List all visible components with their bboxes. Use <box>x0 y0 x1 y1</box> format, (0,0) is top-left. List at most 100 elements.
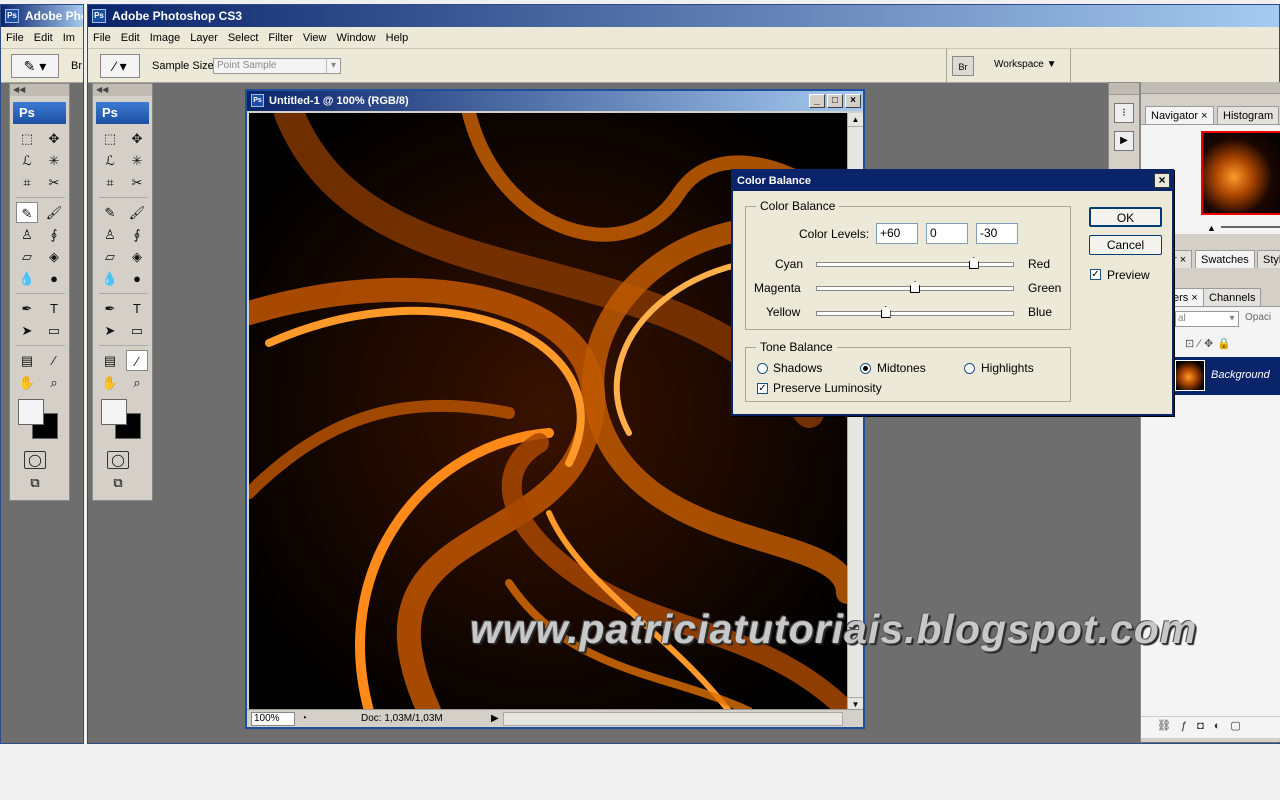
menu-help[interactable]: Help <box>381 32 414 44</box>
eyedropper-preset-icon[interactable]: ⁄ ▾ <box>100 54 140 78</box>
lasso-tool-icon[interactable]: ℒ <box>16 150 38 171</box>
healing-brush-tool-icon[interactable]: ✎ <box>16 202 38 223</box>
background-photoshop-window[interactable]: Ps Adobe Phot FileEditIm ✎ ▾ Br ◀◀ Ps ⬚✥… <box>0 4 84 744</box>
tab-navigator[interactable]: Navigator × <box>1145 106 1214 124</box>
tab-histogram[interactable]: Histogram <box>1217 106 1280 124</box>
close-icon[interactable]: × <box>1154 173 1170 188</box>
type-tool-icon[interactable]: T <box>43 298 65 319</box>
bridge-icon[interactable]: Br <box>952 56 974 76</box>
highlights-label[interactable]: Highlights <box>981 361 1034 375</box>
history-brush-tool-icon[interactable]: ∮ <box>43 224 65 245</box>
eraser-tool-icon[interactable]: ▱ <box>99 246 121 267</box>
screen-mode-icon[interactable]: ⧉ <box>24 475 46 493</box>
paint-bucket-tool-icon[interactable]: ◈ <box>126 246 148 267</box>
back-menu-edit[interactable]: Edit <box>29 32 58 44</box>
slice-tool-icon[interactable]: ✂ <box>126 172 148 193</box>
lock-icons[interactable]: ⊡⁄✥🔒 <box>1185 337 1235 350</box>
status-arrow-icon[interactable]: ▶ <box>491 710 499 728</box>
zoom-field[interactable]: 100% <box>251 712 295 726</box>
tab-styles[interactable]: Styl <box>1257 250 1280 268</box>
zoom-tool-icon[interactable]: ⌕ <box>43 372 65 393</box>
sample-size-select[interactable]: Point Sample ▾ <box>213 58 341 74</box>
menu-filter[interactable]: Filter <box>263 32 297 44</box>
toolbox-collapse-icon[interactable]: ◀◀ <box>10 84 69 96</box>
pen-tool-icon[interactable]: ✒ <box>16 298 38 319</box>
blur-tool-icon[interactable]: 💧 <box>16 268 38 289</box>
path-selection-tool-icon[interactable]: ➤ <box>99 320 121 341</box>
midtones-radio[interactable] <box>860 363 871 374</box>
brush-tool-icon[interactable]: 🖌 <box>126 202 148 223</box>
magic-wand-tool-icon[interactable]: ✳ <box>126 150 148 171</box>
brushes-panel-icon[interactable]: ⁝ <box>1114 103 1134 123</box>
back-menu-image[interactable]: Im <box>58 32 80 44</box>
marquee-tool-icon[interactable]: ⬚ <box>16 128 38 149</box>
status-menu-icon[interactable]: ◔ <box>301 710 307 728</box>
path-selection-tool-icon[interactable]: ➤ <box>16 320 38 341</box>
close-icon[interactable]: × <box>1191 292 1197 304</box>
history-brush-tool-icon[interactable]: ∮ <box>126 224 148 245</box>
crop-tool-icon[interactable]: ⌗ <box>99 172 121 193</box>
shape-tool-icon[interactable]: ▭ <box>126 320 148 341</box>
dock-collapse-icon[interactable] <box>1109 83 1139 95</box>
clone-stamp-tool-icon[interactable]: ♙ <box>99 224 121 245</box>
slice-tool-icon[interactable]: ✂ <box>43 172 65 193</box>
magic-wand-tool-icon[interactable]: ✳ <box>43 150 65 171</box>
close-icon[interactable]: × <box>1180 254 1186 266</box>
eyedropper-tool-icon[interactable]: ⁄ <box>43 350 65 371</box>
shadows-label[interactable]: Shadows <box>773 361 822 375</box>
level-cyan-red-input[interactable]: +60 <box>876 223 918 244</box>
workspace-menu[interactable]: Workspace ▼ <box>994 59 1057 70</box>
hand-tool-icon[interactable]: ✋ <box>99 372 121 393</box>
type-tool-icon[interactable]: T <box>126 298 148 319</box>
notes-tool-icon[interactable]: ▤ <box>16 350 38 371</box>
back-menu-file[interactable]: File <box>1 32 29 44</box>
blend-mode-select[interactable]: al ▾ <box>1175 311 1239 327</box>
eraser-tool-icon[interactable]: ▱ <box>16 246 38 267</box>
window-titlebar[interactable]: Ps Adobe Photoshop CS3 <box>88 5 1279 27</box>
actions-panel-icon[interactable]: ▶ <box>1114 131 1134 151</box>
panel-column-header[interactable] <box>1141 82 1280 94</box>
hand-tool-icon[interactable]: ✋ <box>16 372 38 393</box>
shape-tool-icon[interactable]: ▭ <box>43 320 65 341</box>
layers-footer-icons[interactable]: ⛓ƒ◘◐▢ <box>1141 716 1280 734</box>
layer-name[interactable]: Background <box>1211 369 1270 381</box>
zoom-tool-icon[interactable]: ⌕ <box>126 372 148 393</box>
menu-edit[interactable]: Edit <box>116 32 145 44</box>
document-titlebar[interactable]: Ps Untitled-1 @ 100% (RGB/8) _ □ × <box>247 91 863 111</box>
preview-checkbox[interactable]: ✓ <box>1090 269 1101 280</box>
scroll-up-icon[interactable]: ▲ <box>848 113 863 127</box>
preview-label[interactable]: Preview <box>1107 268 1150 282</box>
yellow-blue-slider[interactable] <box>816 306 1014 318</box>
blur-tool-icon[interactable]: 💧 <box>99 268 121 289</box>
healing-brush-tool-icon[interactable]: ✎ <box>99 202 121 223</box>
cyan-red-slider[interactable] <box>816 257 1014 269</box>
preserve-luminosity-label[interactable]: Preserve Luminosity <box>773 381 882 395</box>
magenta-green-slider[interactable] <box>816 281 1014 293</box>
menu-file[interactable]: File <box>88 32 116 44</box>
maximize-icon[interactable]: □ <box>827 94 843 108</box>
toolbox-logo[interactable]: Ps <box>96 102 149 124</box>
menu-view[interactable]: View <box>298 32 332 44</box>
tab-channels[interactable]: Channels <box>1203 288 1262 306</box>
lasso-tool-icon[interactable]: ℒ <box>99 150 121 171</box>
zoom-out-icon[interactable]: ▲ <box>1207 223 1216 233</box>
eyedropper-tool-icon[interactable]: ⁄ <box>126 350 148 371</box>
dialog-titlebar[interactable]: Color Balance × <box>733 171 1172 191</box>
toolbox-collapse-icon[interactable]: ◀◀ <box>93 84 152 96</box>
menu-image[interactable]: Image <box>145 32 186 44</box>
menu-select[interactable]: Select <box>223 32 264 44</box>
cancel-button[interactable]: Cancel <box>1089 235 1162 255</box>
foreground-color-swatch[interactable] <box>101 399 127 425</box>
ok-button[interactable]: OK <box>1089 207 1162 227</box>
paint-bucket-tool-icon[interactable]: ◈ <box>43 246 65 267</box>
preserve-luminosity-checkbox[interactable]: ✓ <box>757 383 768 394</box>
level-magenta-green-input[interactable]: 0 <box>926 223 968 244</box>
tab-swatches[interactable]: Swatches <box>1195 250 1255 268</box>
dodge-tool-icon[interactable]: ● <box>126 268 148 289</box>
midtones-label[interactable]: Midtones <box>877 361 926 375</box>
screen-mode-icon[interactable]: ⧉ <box>107 475 129 493</box>
dodge-tool-icon[interactable]: ● <box>43 268 65 289</box>
close-icon[interactable]: × <box>1201 110 1207 122</box>
minimize-icon[interactable]: _ <box>809 94 825 108</box>
horizontal-scrollbar[interactable] <box>503 712 843 726</box>
